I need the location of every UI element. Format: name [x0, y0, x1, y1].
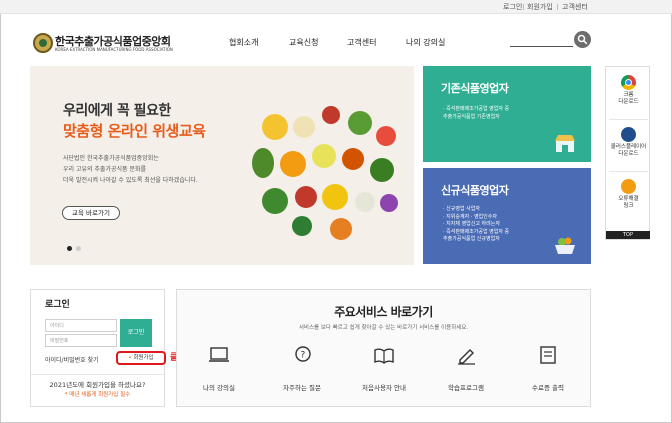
- login-title: 로그인: [45, 300, 70, 310]
- search-button[interactable]: [574, 31, 591, 48]
- error-link[interactable]: 오류해결 링크: [606, 179, 651, 210]
- service-certificate-print[interactable]: 수료증 출력: [513, 345, 583, 392]
- id-input[interactable]: [45, 319, 117, 332]
- certificate-icon: [540, 346, 556, 364]
- service-label: 처음사용자 안내: [362, 384, 406, 392]
- hero-headline-accent: 맞춤형 온라인 위생교육: [63, 122, 206, 140]
- tile-bullet: · 신규영업 사업자: [443, 206, 480, 212]
- services-title: 주요서비스 바로가기: [334, 305, 433, 319]
- basket-icon: [555, 237, 575, 254]
- tile-bullet: · 지자체 영업신고 하려는자: [443, 221, 500, 227]
- error-label: 오류해결: [618, 196, 639, 202]
- divider: [609, 119, 648, 120]
- carousel-dot[interactable]: [76, 246, 81, 251]
- util-login-link[interactable]: 로그인: [503, 2, 522, 12]
- service-label: 수료증 출력: [532, 384, 564, 392]
- service-my-classroom[interactable]: 나의 강의실: [184, 345, 254, 392]
- nav-customer[interactable]: 고객센터: [347, 37, 376, 48]
- password-input[interactable]: [45, 334, 117, 347]
- hero-headline: 우리에게 꼭 필요한: [63, 103, 171, 119]
- services-subtitle: 서비스를 보다 빠르고 쉽게 찾아갈 수 있는 바로가기 서비스를 이용하세요.: [298, 325, 469, 331]
- book-icon: [374, 348, 394, 364]
- service-learning-program[interactable]: 학습프로그램: [431, 345, 501, 392]
- util-customer-link[interactable]: 고객센터: [562, 2, 588, 12]
- new-operator-title: 신규식품영업자: [441, 184, 509, 197]
- divider: [557, 4, 558, 10]
- svg-text:?: ?: [301, 351, 306, 361]
- store-icon: [555, 135, 575, 152]
- login-button[interactable]: 로그인: [120, 319, 152, 347]
- logo-subtitle: KOREA EXTRACTION MANUFACTURING FOOD ASSO…: [55, 47, 173, 52]
- top-button[interactable]: TOP: [606, 231, 650, 239]
- wrench-icon: [621, 179, 636, 194]
- existing-operator-title: 기존식품영업자: [441, 82, 509, 95]
- bullet-icon: •: [128, 355, 132, 361]
- service-label: 학습프로그램: [448, 384, 484, 392]
- hero-description: 사단법인 한국추출가공식품업중앙회는 우리 고유의 추출가공식품 문화를 더욱 …: [63, 155, 198, 184]
- faq-phone-icon: ?: [295, 346, 311, 362]
- join-note: * 매년 새롭게 회원가입 필수: [64, 392, 131, 398]
- join-question: 2021년도에 회원가입을 하셨나요?: [49, 381, 146, 389]
- find-account-link[interactable]: 아이디/비밀번호 찾기: [45, 355, 99, 364]
- search-icon: [577, 34, 588, 45]
- quick-menu: 크롬 다운로드 콜러스플레이어 다운로드 오류해결 링크 TOP: [605, 66, 650, 240]
- player-label: 다운로드: [618, 151, 639, 157]
- player-icon: [621, 127, 636, 142]
- tile-bullet: · 즉석판매제조가공업 영업자 중: [443, 106, 510, 112]
- new-operator-tile[interactable]: 신규식품영업자 · 신규영업 사업자 · 지위승계자 · 영업인수자 · 지자체…: [423, 168, 591, 264]
- existing-operator-tile[interactable]: 기존식품영업자 · 즉석판매제조가공업 영업자 중 추출가공식품업 기존영업자: [423, 66, 591, 162]
- nav-about[interactable]: 협회소개: [229, 37, 258, 48]
- chrome-label: 다운로드: [618, 99, 639, 105]
- tile-bullet: · 지위승계자 · 영업인수자: [443, 213, 497, 220]
- tile-bullet: · 즉석판매제조가공업 영업자 중: [443, 228, 510, 235]
- nav-my-classroom[interactable]: 나의 강의실: [406, 37, 445, 48]
- hero-banner: 우리에게 꼭 필요한 맞춤형 온라인 위생교육 사단법인 한국추출가공식품업중앙…: [30, 66, 414, 265]
- utility-bar: 로그인 회원가입 고객센터: [0, 0, 672, 14]
- monitor-icon: [209, 347, 229, 362]
- divider: [609, 171, 648, 172]
- join-label: 회원가입: [133, 355, 154, 361]
- join-button[interactable]: • 회원가입: [116, 351, 166, 365]
- nav-education[interactable]: 교육신청: [289, 37, 318, 48]
- pencil-icon: [458, 349, 475, 365]
- education-shortcut-button[interactable]: 교육 바로가기: [62, 206, 120, 220]
- chrome-download[interactable]: 크롬 다운로드: [606, 75, 651, 106]
- logo-emblem-icon[interactable]: [33, 33, 53, 53]
- service-first-user-guide[interactable]: 처음사용자 안내: [349, 345, 419, 392]
- search-input[interactable]: [510, 46, 573, 47]
- player-label: 콜러스플레이어: [610, 144, 647, 150]
- player-download[interactable]: 콜러스플레이어 다운로드: [606, 127, 651, 158]
- service-faq[interactable]: ? 자주하는 질문: [267, 345, 337, 392]
- tile-bullet: 추출가공식품업 신규영업자: [443, 236, 500, 242]
- error-label: 링크: [623, 203, 634, 209]
- login-panel: 로그인 로그인 아이디/비밀번호 찾기 • 회원가입 2021년도에 회원가입을…: [30, 289, 166, 407]
- chrome-label: 크롬: [623, 92, 634, 98]
- service-label: 자주하는 질문: [283, 384, 321, 392]
- divider: [31, 374, 164, 375]
- carousel-dot-active[interactable]: [67, 246, 72, 251]
- chrome-icon: [621, 75, 636, 90]
- util-join-link[interactable]: 회원가입: [527, 2, 553, 12]
- main-services-panel: 주요서비스 바로가기 서비스를 보다 빠르고 쉽게 찾아갈 수 있는 바로가기 …: [176, 289, 591, 407]
- divider: [523, 4, 524, 10]
- tile-bullet: 추출가공식품업 기존영업자: [443, 113, 500, 120]
- service-label: 나의 강의실: [203, 384, 235, 392]
